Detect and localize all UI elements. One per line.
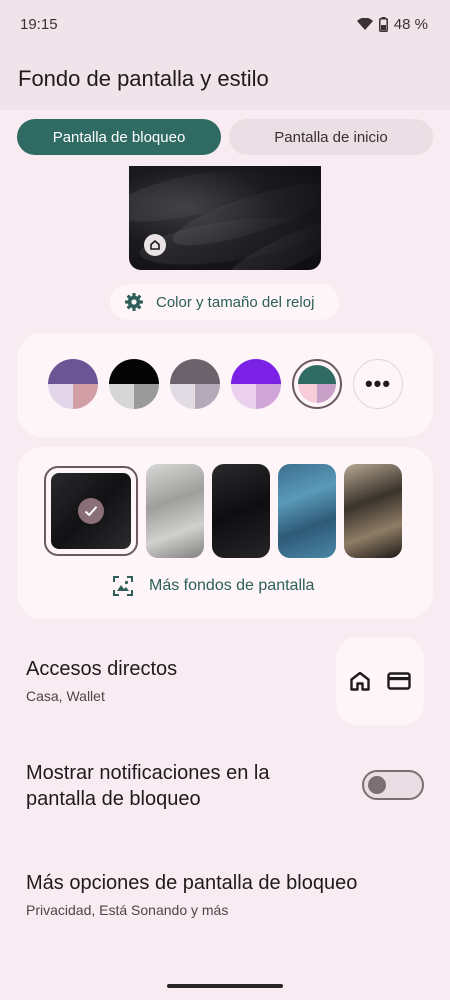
home-icon — [350, 671, 370, 691]
lockscreen-notifications-setting[interactable]: Mostrar notificaciones en la pantalla de… — [26, 760, 326, 812]
status-bar: 19:15 48 % — [0, 0, 450, 48]
color-swatch-selected[interactable] — [292, 359, 342, 409]
more-colors-button[interactable]: ••• — [353, 359, 403, 409]
more-options-subtitle: Privacidad, Está Sonando y más — [26, 902, 229, 918]
wallpaper-thumb[interactable] — [212, 464, 270, 558]
status-icons: 48 % — [356, 15, 428, 33]
color-swatch[interactable] — [231, 359, 281, 409]
screen-tabs: Pantalla de bloqueo Pantalla de inicio — [17, 119, 433, 155]
wallpaper-row — [44, 464, 402, 558]
more-wallpapers-label: Más fondos de pantalla — [149, 577, 315, 594]
battery-icon — [378, 16, 388, 32]
page-title: Fondo de pantalla y estilo — [18, 66, 269, 91]
tab-home-screen[interactable]: Pantalla de inicio — [229, 119, 433, 155]
color-swatch[interactable] — [48, 359, 98, 409]
more-options-title: Más opciones de pantalla de bloqueo — [26, 872, 358, 894]
swatch-row: ••• — [48, 359, 403, 409]
image-frame-icon — [113, 576, 133, 596]
wallpaper-thumb[interactable] — [278, 464, 336, 558]
check-icon — [78, 498, 104, 524]
wallpaper-thumb[interactable] — [344, 464, 402, 558]
gesture-nav-handle[interactable] — [167, 984, 283, 988]
wallet-card-icon — [387, 672, 411, 690]
wallpaper-card: Más fondos de pantalla — [17, 447, 433, 619]
shortcuts-title: Accesos directos — [26, 658, 178, 680]
color-swatch[interactable] — [170, 359, 220, 409]
color-palette-card: ••• — [17, 333, 433, 437]
shortcuts-setting[interactable]: Accesos directos Casa, Wallet — [26, 656, 326, 704]
status-time: 19:15 — [20, 15, 58, 33]
wallpaper-thumb-selected[interactable] — [44, 466, 138, 556]
color-swatch[interactable] — [109, 359, 159, 409]
wallpaper-thumb[interactable] — [146, 464, 204, 558]
more-wallpapers-button[interactable]: Más fondos de pantalla — [113, 576, 314, 596]
tab-lock-screen[interactable]: Pantalla de bloqueo — [17, 119, 221, 155]
battery-level: 48 % — [393, 15, 428, 33]
toggle-knob — [368, 776, 386, 794]
app-header: Fondo de pantalla y estilo — [0, 48, 450, 110]
notifications-title: Mostrar notificaciones en la pantalla de… — [26, 762, 270, 810]
shortcut-icons-preview[interactable] — [336, 637, 424, 725]
lock-screen-preview[interactable] — [129, 166, 321, 270]
more-lockscreen-options[interactable]: Más opciones de pantalla de bloqueo Priv… — [26, 870, 426, 918]
notifications-toggle[interactable] — [362, 770, 424, 800]
clock-button-label: Color y tamaño del reloj — [156, 293, 315, 311]
clock-color-size-button[interactable]: Color y tamaño del reloj — [110, 284, 339, 320]
gear-icon — [125, 293, 143, 311]
shortcuts-subtitle: Casa, Wallet — [26, 688, 105, 704]
wifi-icon — [356, 17, 373, 30]
preview-home-icon — [144, 234, 166, 256]
